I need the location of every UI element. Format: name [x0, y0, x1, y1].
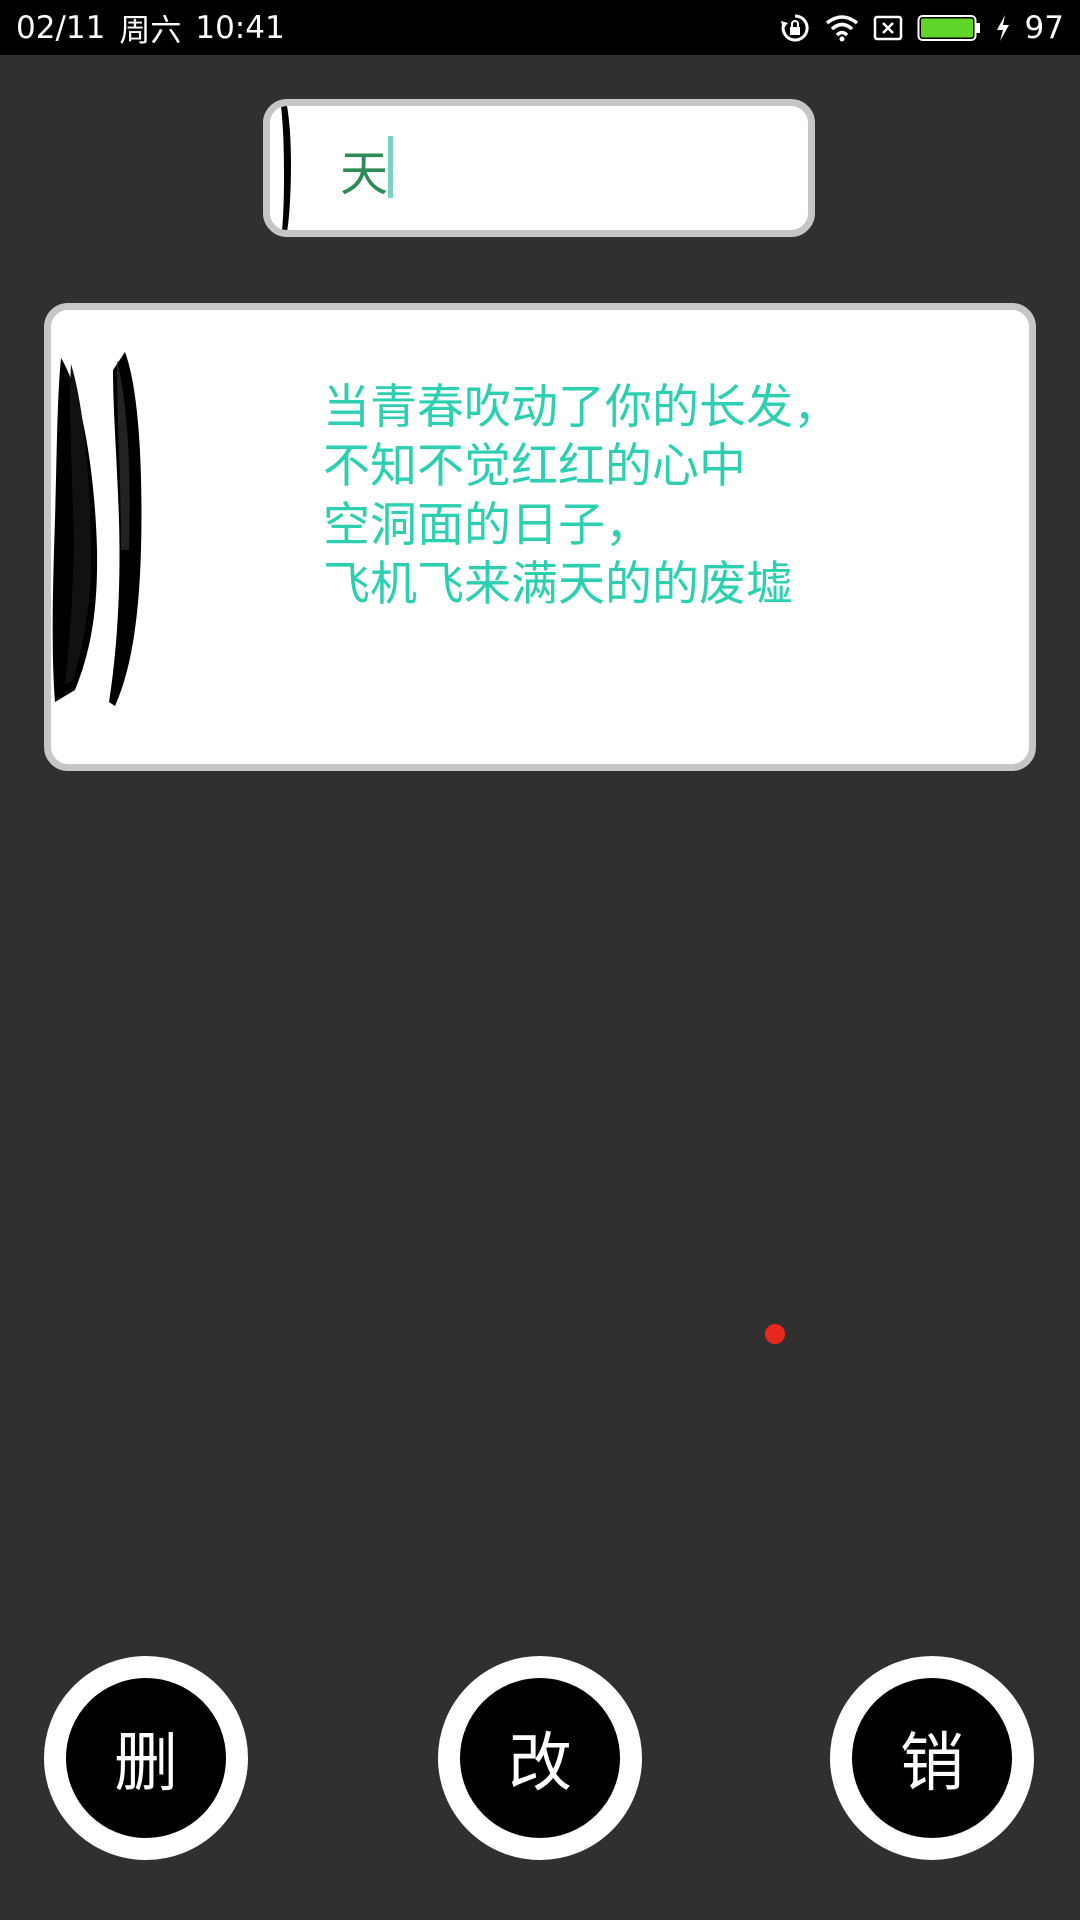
edit-button[interactable]: 改 [438, 1656, 642, 1860]
poem-line: 不知不觉红红的心中 [323, 439, 746, 494]
status-date: 02/11 [16, 9, 106, 46]
status-weekday: 周六 [119, 13, 182, 49]
charging-icon [995, 14, 1011, 42]
status-left: 02/11 周六 10:41 [16, 5, 285, 50]
battery-level: 97 [1024, 9, 1064, 46]
poem-card[interactable]: 当青春吹动了你的长发， 不知不觉红红的心中 空洞面的日子， 飞机飞来满天的的废墟 [44, 303, 1036, 771]
delete-button[interactable]: 删 [44, 1656, 248, 1860]
status-right: 97 [779, 10, 1064, 46]
ink-brush-icon [52, 352, 142, 706]
ink-stroke-icon [281, 106, 291, 230]
search-input[interactable]: 天 [263, 99, 815, 237]
status-bar: 02/11 周六 10:41 97 [0, 0, 1080, 55]
status-time: 10:41 [195, 9, 285, 46]
rotation-lock-icon [779, 12, 811, 44]
wifi-icon [825, 14, 859, 42]
no-sim-icon [873, 15, 903, 41]
poem-text: 当青春吹动了你的长发， 不知不觉红红的心中 空洞面的日子， 飞机飞来满天的的废墟 [323, 378, 840, 614]
text-caret [388, 136, 393, 198]
poem-line: 飞机飞来满天的的废墟 [323, 557, 793, 612]
touch-marker-dot [765, 1324, 785, 1344]
poem-line: 当青春吹动了你的长发， [323, 380, 840, 435]
poem-line: 空洞面的日子， [323, 498, 652, 553]
search-input-value: 天 [340, 146, 389, 202]
undo-button[interactable]: 销 [830, 1656, 1034, 1860]
battery-icon [917, 14, 981, 42]
